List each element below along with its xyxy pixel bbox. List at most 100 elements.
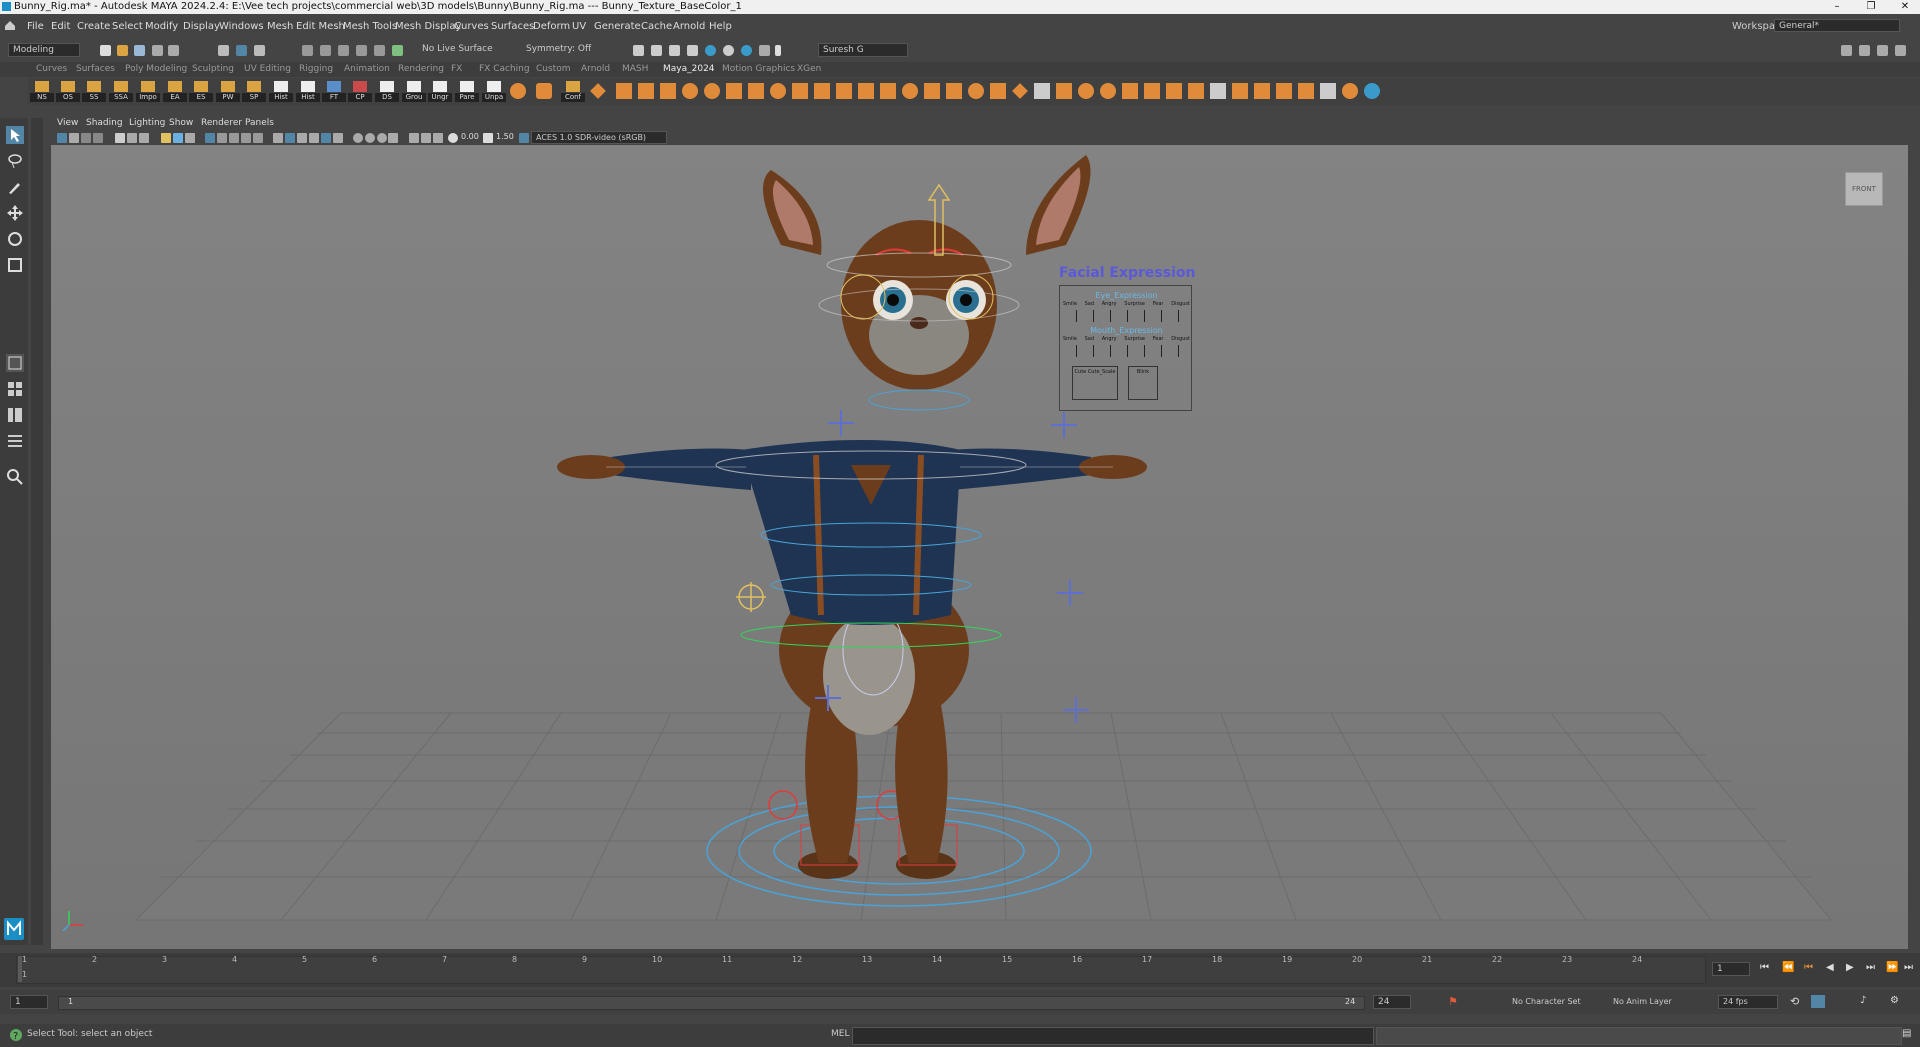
sound-icon[interactable]: ♪ bbox=[1860, 995, 1866, 1006]
shelf-tab-fx-caching[interactable]: FX Caching bbox=[479, 64, 530, 74]
gamma-value[interactable]: 1.50 bbox=[496, 132, 514, 141]
render-view-icon[interactable] bbox=[633, 45, 644, 56]
panel-menu-shading[interactable]: Shading bbox=[86, 118, 123, 128]
cute-scale-box[interactable]: Cute Cute_Scale bbox=[1072, 366, 1118, 400]
shelf-btn-unpa[interactable]: Unpa bbox=[482, 80, 506, 104]
select-component-icon[interactable] bbox=[254, 45, 265, 56]
undo-icon[interactable] bbox=[152, 45, 163, 56]
film-gate-icon[interactable] bbox=[217, 133, 227, 143]
textured-icon[interactable] bbox=[309, 133, 319, 143]
minimize-button[interactable]: – bbox=[1822, 0, 1852, 14]
smooth-shade-icon[interactable] bbox=[285, 133, 295, 143]
shelf-tab-maya-2024[interactable]: Maya_2024 bbox=[663, 64, 715, 74]
safe-title-icon[interactable] bbox=[241, 133, 251, 143]
shelf-btn-conf[interactable]: Conf bbox=[561, 80, 585, 104]
xray-active-icon[interactable] bbox=[433, 133, 443, 143]
target-weld-icon[interactable] bbox=[880, 83, 896, 99]
menu-mesh-display[interactable]: Mesh Display bbox=[395, 21, 461, 32]
bevel-icon[interactable] bbox=[638, 83, 654, 99]
arnold-ipr-icon[interactable] bbox=[741, 45, 752, 56]
mirror-icon[interactable] bbox=[792, 83, 808, 99]
attribute-editor-icon[interactable] bbox=[1859, 45, 1870, 56]
shelf-tab-curves[interactable]: Curves bbox=[36, 64, 67, 74]
fps-dropdown[interactable]: 24 fps bbox=[1718, 995, 1778, 1009]
go-to-end-icon[interactable]: ⏭ bbox=[1904, 962, 1913, 973]
straighten-icon[interactable] bbox=[1254, 83, 1270, 99]
shelf-tab-rendering[interactable]: Rendering bbox=[398, 64, 444, 74]
shelf-tab-arnold[interactable]: Arnold bbox=[581, 64, 610, 74]
shelf-btn-ssa[interactable]: SSA bbox=[109, 80, 133, 104]
home-icon[interactable] bbox=[4, 20, 16, 31]
color-space-dropdown[interactable]: ACES 1.0 SDR-video (sRGB) bbox=[531, 131, 667, 144]
motion-blur-icon[interactable] bbox=[365, 133, 375, 143]
mouth-sliders[interactable] bbox=[1070, 345, 1182, 357]
modeling-toolkit-icon[interactable] bbox=[1841, 45, 1852, 56]
panel-menu-view[interactable]: View bbox=[57, 118, 78, 128]
menu-create[interactable]: Create bbox=[77, 21, 110, 32]
menu-surfaces[interactable]: Surfaces bbox=[491, 21, 534, 32]
time-slider-track[interactable] bbox=[16, 956, 1706, 984]
panel-menu-show[interactable]: Show bbox=[169, 118, 193, 128]
wireframe-on-shaded-icon[interactable] bbox=[297, 133, 307, 143]
shelf-btn-ds[interactable]: DS bbox=[375, 80, 399, 104]
shelf-btn-ss[interactable]: SS bbox=[82, 80, 106, 104]
shelf-btn-cp[interactable]: CP bbox=[348, 80, 372, 104]
cut-uv-icon[interactable] bbox=[1122, 83, 1138, 99]
shelf-tab-mash[interactable]: MASH bbox=[622, 64, 648, 74]
gamma-icon[interactable] bbox=[483, 133, 493, 143]
insert-edge-loop-icon[interactable] bbox=[836, 83, 852, 99]
shelf-tab-surfaces[interactable]: Surfaces bbox=[76, 64, 115, 74]
step-forward-frame-icon[interactable]: ⏩ bbox=[1886, 962, 1898, 973]
ambient-occlusion-icon[interactable] bbox=[353, 133, 363, 143]
snap-curve-icon[interactable] bbox=[320, 45, 331, 56]
uv-editor-icon[interactable] bbox=[1034, 83, 1050, 99]
snap-vertex-icon[interactable] bbox=[392, 45, 403, 56]
image-plane-icon[interactable] bbox=[81, 133, 91, 143]
safe-action-icon[interactable] bbox=[229, 133, 239, 143]
shelf-btn-ft[interactable]: FT bbox=[322, 80, 346, 104]
checker-icon[interactable] bbox=[1210, 83, 1226, 99]
menu-mesh[interactable]: Mesh bbox=[267, 21, 293, 32]
separate-icon[interactable] bbox=[704, 83, 720, 99]
wireframe-icon[interactable] bbox=[273, 133, 283, 143]
live-surface-field[interactable]: No Live Surface bbox=[418, 43, 498, 57]
camera-attributes-icon[interactable] bbox=[57, 133, 67, 143]
frame-all-icon[interactable] bbox=[161, 133, 171, 143]
shelf-btn-pw[interactable]: PW bbox=[216, 80, 240, 104]
extrude-icon[interactable] bbox=[726, 83, 742, 99]
shelf-tab-custom[interactable]: Custom bbox=[536, 64, 570, 74]
sew-uv-icon[interactable] bbox=[1144, 83, 1160, 99]
hypershade-icon[interactable] bbox=[705, 45, 716, 56]
cube-icon[interactable] bbox=[616, 83, 632, 99]
depth-of-field-icon[interactable] bbox=[388, 133, 398, 143]
menu-cache[interactable]: Cache bbox=[641, 21, 672, 32]
menu-uv[interactable]: UV bbox=[572, 21, 586, 32]
relax-icon[interactable] bbox=[968, 83, 984, 99]
snap-grid-icon[interactable] bbox=[302, 45, 313, 56]
snap-together-icon[interactable] bbox=[1342, 83, 1358, 99]
merge-icon[interactable] bbox=[814, 83, 830, 99]
menu-generate[interactable]: Generate bbox=[594, 21, 641, 32]
shelf-btn-sp[interactable]: SP bbox=[242, 80, 266, 104]
stack-shells-icon[interactable] bbox=[1188, 83, 1204, 99]
bookmark-icon[interactable] bbox=[69, 133, 79, 143]
field-chart-icon[interactable] bbox=[253, 133, 263, 143]
auto-key-icon[interactable]: ⚑ bbox=[1448, 995, 1458, 1008]
select-object-icon[interactable] bbox=[236, 45, 247, 56]
torus-icon[interactable] bbox=[536, 83, 552, 99]
current-frame-field[interactable]: 1 bbox=[1712, 962, 1750, 976]
range-slider[interactable] bbox=[58, 996, 1365, 1010]
user-account-dropdown[interactable]: Suresh G bbox=[818, 43, 908, 57]
menu-file[interactable]: File bbox=[27, 21, 44, 32]
shelf-tab-animation[interactable]: Animation bbox=[344, 64, 390, 74]
menu-mesh-tools[interactable]: Mesh Tools bbox=[343, 21, 397, 32]
pause-icon[interactable] bbox=[775, 45, 781, 56]
redo-icon[interactable] bbox=[168, 45, 179, 56]
shelf-tab-motion-graphics[interactable]: Motion Graphics bbox=[722, 64, 795, 74]
sphere-icon[interactable] bbox=[510, 83, 526, 99]
shelf-btn-ungr[interactable]: Ungr bbox=[428, 80, 452, 104]
shelf-btn-hist-2[interactable]: Hist bbox=[296, 80, 320, 104]
outliner-layout-icon[interactable] bbox=[6, 432, 24, 450]
scale-tool-icon[interactable] bbox=[6, 256, 24, 274]
animation-end-field[interactable]: 24 bbox=[1373, 995, 1411, 1009]
